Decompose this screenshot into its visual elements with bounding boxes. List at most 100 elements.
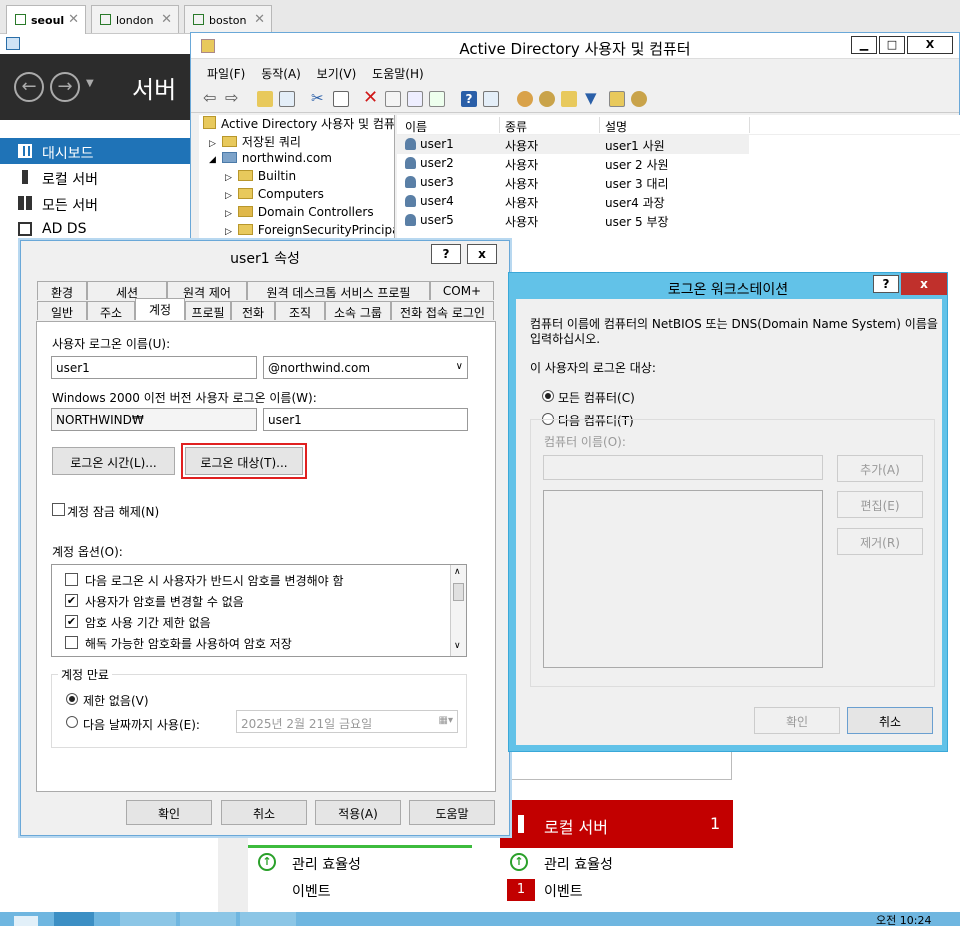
- tab-account[interactable]: 계정: [135, 298, 185, 320]
- cancel-button[interactable]: 취소: [847, 707, 933, 734]
- pre2000-name-input[interactable]: user1: [263, 408, 468, 431]
- close-button[interactable]: X: [907, 36, 953, 54]
- tab-rds-profile[interactable]: 원격 데스크톱 서비스 프로필: [247, 281, 430, 300]
- explorer-taskbar-icon[interactable]: [180, 912, 236, 926]
- back-icon[interactable]: ←: [14, 72, 44, 102]
- new-ou-icon[interactable]: [561, 91, 577, 107]
- option-checkbox[interactable]: ✔: [65, 615, 78, 628]
- logon-name-input[interactable]: user1: [51, 356, 257, 379]
- scroll-down-icon[interactable]: ∨: [454, 641, 461, 651]
- tab-member-of[interactable]: 소속 그룹: [325, 301, 391, 320]
- end-of-radio[interactable]: [66, 716, 78, 728]
- console-tree-icon[interactable]: [279, 91, 295, 107]
- tree-item-foreign-security[interactable]: ▷ ForeignSecurityPrincipal: [199, 223, 394, 241]
- tab-organization[interactable]: 조직: [275, 301, 325, 320]
- show-pane-icon[interactable]: [483, 91, 499, 107]
- new-user-icon[interactable]: [517, 91, 533, 107]
- start-icon[interactable]: [14, 916, 38, 926]
- events-label[interactable]: 이벤트: [292, 881, 331, 901]
- chevron-down-icon[interactable]: ▼: [86, 78, 94, 89]
- back-arrow-icon[interactable]: ⇦: [203, 90, 219, 107]
- option-checkbox[interactable]: ✔: [65, 594, 78, 607]
- expand-icon[interactable]: ▷: [225, 173, 232, 183]
- column-header-description[interactable]: 설명: [605, 118, 627, 135]
- never-radio[interactable]: [66, 693, 78, 705]
- tab-dial-in[interactable]: 전화 접속 로그인: [391, 301, 494, 320]
- vm-tab-london[interactable]: london ✕: [91, 5, 179, 33]
- logon-to-button[interactable]: 로그온 대상(T)...: [181, 443, 307, 479]
- expand-icon[interactable]: ▷: [225, 209, 232, 219]
- upn-suffix-select[interactable]: @northwind.com ∨: [263, 356, 468, 379]
- list-item[interactable]: user1 사용자 user1 사원: [397, 135, 749, 154]
- menu-help[interactable]: 도움말(H): [372, 67, 424, 81]
- tree-item-computers[interactable]: ▷ Computers: [199, 187, 394, 205]
- close-button[interactable]: x: [467, 244, 497, 264]
- list-item[interactable]: user3 사용자 user 3 대리: [397, 173, 960, 192]
- expand-icon[interactable]: ▷: [225, 191, 232, 201]
- apply-button[interactable]: 적용(A): [315, 800, 401, 825]
- logon-hours-button[interactable]: 로그온 시간(L)...: [52, 447, 175, 475]
- forward-arrow-icon[interactable]: ⇨: [225, 90, 241, 107]
- scroll-up-icon[interactable]: ∧: [454, 567, 461, 577]
- scrollbar[interactable]: ∧ ∨: [450, 565, 466, 656]
- scroll-thumb[interactable]: [453, 583, 464, 601]
- delete-icon[interactable]: ✕: [363, 89, 379, 107]
- tree-item-saved-queries[interactable]: ▷ 저장된 쿼리: [199, 133, 394, 151]
- all-computers-radio[interactable]: [542, 390, 554, 402]
- server-manager-taskbar-icon[interactable]: [54, 912, 94, 926]
- minimize-button[interactable]: ▁: [851, 36, 877, 54]
- menu-view[interactable]: 보기(V): [317, 67, 357, 81]
- local-server-tile[interactable]: 로컬 서버 1: [500, 800, 733, 848]
- expand-icon[interactable]: ▷: [209, 139, 216, 149]
- mgmt-label[interactable]: 관리 효율성: [292, 854, 361, 874]
- sidebar-item-dashboard[interactable]: 대시보드: [0, 138, 192, 164]
- find-icon[interactable]: [609, 91, 625, 107]
- tree-item-domain-controllers[interactable]: ▷ Domain Controllers: [199, 205, 394, 223]
- close-icon[interactable]: ✕: [254, 12, 265, 27]
- events-label[interactable]: 이벤트: [544, 881, 583, 901]
- sidebar-item-all-servers[interactable]: 모든 서버: [0, 190, 192, 216]
- help-button[interactable]: ?: [431, 244, 461, 264]
- tab-telephones[interactable]: 전화: [231, 301, 275, 320]
- help-button-bottom[interactable]: 도움말: [409, 800, 495, 825]
- ok-button[interactable]: 확인: [126, 800, 212, 825]
- tab-general[interactable]: 일반: [37, 301, 87, 320]
- powershell-taskbar-icon[interactable]: [120, 912, 176, 926]
- tab-profile[interactable]: 프로필: [185, 301, 231, 320]
- unlock-checkbox[interactable]: [52, 503, 65, 516]
- column-header-type[interactable]: 종류: [505, 118, 527, 135]
- column-header-name[interactable]: 이름: [405, 118, 427, 135]
- vm-tab-seoul[interactable]: seoul ✕: [6, 5, 86, 35]
- tree-item-root[interactable]: Active Directory 사용자 및 컴퓨: [199, 115, 394, 133]
- vm-tab-boston[interactable]: boston ✕: [184, 5, 272, 33]
- filter-icon[interactable]: ▼: [585, 91, 601, 107]
- close-button[interactable]: x: [901, 273, 947, 295]
- cut-icon[interactable]: ✂: [311, 91, 327, 107]
- expand-icon[interactable]: ▷: [225, 227, 232, 237]
- help-button[interactable]: ?: [873, 275, 899, 293]
- list-item[interactable]: user5 사용자 user 5 부장: [397, 211, 960, 230]
- close-icon[interactable]: ✕: [161, 12, 172, 27]
- menu-file[interactable]: 파일(F): [207, 67, 245, 81]
- close-icon[interactable]: ✕: [68, 12, 79, 27]
- sidebar-item-ad-ds[interactable]: AD DS: [0, 216, 192, 242]
- properties-icon[interactable]: [385, 91, 401, 107]
- option-checkbox[interactable]: [65, 573, 78, 586]
- tree-item-domain[interactable]: ◢ northwind.com: [199, 151, 394, 169]
- tab-environment[interactable]: 환경: [37, 281, 87, 300]
- tab-com[interactable]: COM+: [430, 281, 494, 300]
- aduc-taskbar-icon[interactable]: [240, 912, 296, 926]
- list-item[interactable]: user4 사용자 user4 과장: [397, 192, 960, 211]
- folder-up-icon[interactable]: [257, 91, 273, 107]
- tree-item-builtin[interactable]: ▷ Builtin: [199, 169, 394, 187]
- help-icon[interactable]: ?: [461, 91, 477, 107]
- mgmt-label[interactable]: 관리 효율성: [544, 854, 613, 874]
- collapse-icon[interactable]: ◢: [209, 155, 216, 165]
- tab-address[interactable]: 주소: [87, 301, 135, 320]
- sidebar-item-local-server[interactable]: 로컬 서버: [0, 164, 192, 190]
- list-item[interactable]: user2 사용자 user 2 사원: [397, 154, 960, 173]
- option-checkbox[interactable]: [65, 636, 78, 649]
- copy-icon[interactable]: [333, 91, 349, 107]
- forward-icon[interactable]: →: [50, 72, 80, 102]
- add-to-group-icon[interactable]: [631, 91, 647, 107]
